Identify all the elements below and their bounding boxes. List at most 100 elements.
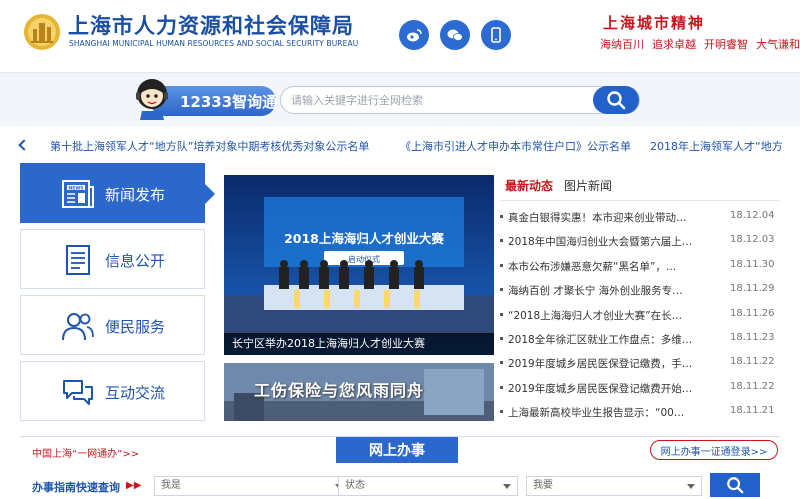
news-title: 2019年度城乡居民医保登记缴费开始… xyxy=(508,382,693,395)
smart-assistant-label: 12333智询通 xyxy=(180,92,278,111)
city-spirit-tags: 海纳百川 追求卓越 开明睿智 大气谦和 xyxy=(600,36,800,52)
nav-news-release[interactable]: NEWS 新闻发布 xyxy=(20,163,205,223)
certificate-login-link[interactable]: 网上办事一证通登录>> xyxy=(650,440,778,460)
people-icon xyxy=(62,313,94,341)
nav-interaction[interactable]: 互动交流 xyxy=(20,361,205,421)
svg-text:NEWS: NEWS xyxy=(69,185,84,191)
status-select[interactable]: 状态 xyxy=(338,476,518,496)
quick-search-button[interactable] xyxy=(710,473,760,497)
news-date: 18.11.21 xyxy=(730,405,775,417)
search-box xyxy=(280,86,640,114)
injury-insurance-banner[interactable]: 工伤保险与您风雨同舟 xyxy=(224,363,494,421)
need-select[interactable]: 我要 xyxy=(526,476,702,496)
news-tabs: 最新动态 图片新闻 xyxy=(500,175,780,201)
news-date: 18.11.22 xyxy=(730,356,775,368)
list-item[interactable]: 海纳百创 才聚长宁 海外创业服务专… 18.11.29 xyxy=(500,279,780,303)
newspaper-icon: NEWS xyxy=(62,180,94,208)
online-services-tab[interactable]: 网上办事 xyxy=(336,437,458,463)
chat-bubbles-icon xyxy=(63,380,93,405)
news-date: 18.12.03 xyxy=(730,234,775,246)
news-title: 本市公布涉嫌恶意欠薪“黑名单”，… xyxy=(508,260,677,273)
search-button[interactable] xyxy=(593,86,639,114)
news-title: 2018年中国海归创业大会暨第六届上… xyxy=(508,236,693,249)
news-title: “2018上海海归人才创业大赛”在长… xyxy=(508,309,683,322)
list-item[interactable]: 本市公布涉嫌恶意欠薪“黑名单”，… 18.11.30 xyxy=(500,255,780,279)
quick-guide-label: 办事指南快速查询 xyxy=(32,481,120,494)
news-list: 真金白银得实惠！本市迎来创业带动… 18.12.04 2018年中国海归创业大会暨… xyxy=(500,206,780,426)
news-title: 真金白银得实惠！本市迎来创业带动… xyxy=(508,212,687,224)
bullet-icon xyxy=(500,361,503,365)
mobile-icon xyxy=(491,27,501,43)
chevron-down-icon xyxy=(687,484,695,489)
document-icon xyxy=(66,245,90,275)
news-ticker: 第十批上海领军人才“地方队”培养对象中期考核优秀对象公示名单 《上海市引进人才申… xyxy=(0,130,800,160)
list-item[interactable]: 2019年度城乡居民医保登记缴费，手… 18.11.22 xyxy=(500,352,780,376)
double-arrow-icon: ▶▶ xyxy=(126,480,142,491)
list-item[interactable]: 2019年度城乡居民医保登记缴费开始… 18.11.22 xyxy=(500,377,780,401)
nav-public-service[interactable]: 便民服务 xyxy=(20,295,205,355)
mobile-button[interactable] xyxy=(481,20,511,50)
quick-guide-search: 办事指南快速查询 ▶▶ 我是 状态 我要 xyxy=(20,470,780,499)
news-title: 海纳百创 才聚长宁 海外创业服务专… xyxy=(508,285,683,298)
nav-label: 互动交流 xyxy=(105,384,166,402)
list-item[interactable]: 2018全年徐汇区就业工作盘点：多维… 18.11.23 xyxy=(500,328,780,352)
banner-title: 2018上海海归人才创业大赛 xyxy=(284,231,444,246)
select-value: 我是 xyxy=(161,480,181,491)
spirit-tag: 大气谦和 xyxy=(756,38,800,51)
featured-news-image[interactable]: 2018上海海归人才创业大赛 启动仪式 长宁区举办2018上海海归人才创业大赛 xyxy=(224,175,494,355)
assistant-avatar-icon[interactable] xyxy=(132,76,172,120)
wechat-button[interactable] xyxy=(440,20,470,50)
news-date: 18.11.23 xyxy=(730,331,775,343)
news-title: 上海最新高校毕业生报告显示：“00… xyxy=(508,407,685,420)
city-spirit-title: 上海城市精神 xyxy=(603,14,706,32)
spirit-tag: 开明睿智 xyxy=(704,38,748,51)
bullet-icon xyxy=(500,288,503,292)
bullet-icon xyxy=(500,239,503,243)
search-icon xyxy=(727,477,744,494)
news-date: 18.11.26 xyxy=(730,307,775,319)
bureau-logo-icon[interactable] xyxy=(22,12,62,52)
ticker-item[interactable]: 2018年上海领军人才“地方 xyxy=(650,138,783,154)
online-services-bar: 中国上海“一网通办”>> 网上办事 网上办事一证通登录>> xyxy=(20,436,780,464)
news-date: 18.11.29 xyxy=(730,283,775,295)
banner2-text: 工伤保险与您风雨同舟 xyxy=(254,381,425,400)
nav-active-arrow xyxy=(205,184,215,204)
news-date: 18.11.22 xyxy=(730,380,775,392)
news-date: 18.11.30 xyxy=(730,258,775,270)
weibo-icon xyxy=(407,29,422,42)
news-title: 2019年度城乡居民医保登记缴费，手… xyxy=(508,358,693,371)
tab-latest[interactable]: 最新动态 xyxy=(505,177,553,194)
list-item[interactable]: 真金白银得实惠！本市迎来创业带动… 18.12.04 xyxy=(500,206,780,230)
nav-info-disclosure[interactable]: 信息公开 xyxy=(20,229,205,289)
org-name-cn[interactable]: 上海市人力资源和社会保障局 xyxy=(68,10,354,40)
bullet-icon xyxy=(500,410,503,414)
news-date: 18.12.04 xyxy=(730,210,775,221)
bullet-icon xyxy=(500,385,503,389)
list-item[interactable]: 2018年中国海归创业大会暨第六届上… 18.12.03 xyxy=(500,230,780,254)
nav-label: 便民服务 xyxy=(105,318,166,336)
tab-photo-news[interactable]: 图片新闻 xyxy=(564,177,612,194)
spirit-tag: 追求卓越 xyxy=(652,38,696,51)
bullet-icon xyxy=(500,336,503,340)
weibo-button[interactable] xyxy=(399,20,429,50)
spirit-tag: 海纳百川 xyxy=(600,38,644,51)
ticker-item[interactable]: 《上海市引进人才申办本市常住户口》公示名单 xyxy=(400,138,631,154)
org-name-en: SHANGHAI MUNICIPAL HUMAN RESOURCES AND S… xyxy=(69,39,359,48)
event-photo: 2018上海海归人才创业大赛 启动仪式 xyxy=(224,175,494,355)
ticker-item[interactable]: 第十批上海领军人才“地方队”培养对象中期考核优秀对象公示名单 xyxy=(50,138,369,154)
nav-label: 信息公开 xyxy=(105,252,166,270)
featured-caption[interactable]: 长宁区举办2018上海海归人才创业大赛 xyxy=(224,333,494,355)
banner-subtitle: 启动仪式 xyxy=(348,254,380,264)
search-input[interactable] xyxy=(291,87,581,113)
news-title: 2018全年徐汇区就业工作盘点：多维… xyxy=(508,333,693,346)
bullet-icon xyxy=(500,312,503,316)
identity-select[interactable]: 我是 xyxy=(154,476,350,496)
ticker-prev-icon[interactable] xyxy=(18,139,30,151)
site-header: 上海市人力资源和社会保障局 SHANGHAI MUNICIPAL HUMAN R… xyxy=(0,0,800,72)
bullet-icon xyxy=(500,263,503,267)
wechat-icon xyxy=(447,29,463,41)
select-value: 我要 xyxy=(533,480,553,491)
list-item[interactable]: 上海最新高校毕业生报告显示：“00… 18.11.21 xyxy=(500,401,780,425)
list-item[interactable]: “2018上海海归人才创业大赛”在长… 18.11.26 xyxy=(500,304,780,328)
one-net-service-link[interactable]: 中国上海“一网通办”>> xyxy=(32,445,139,460)
